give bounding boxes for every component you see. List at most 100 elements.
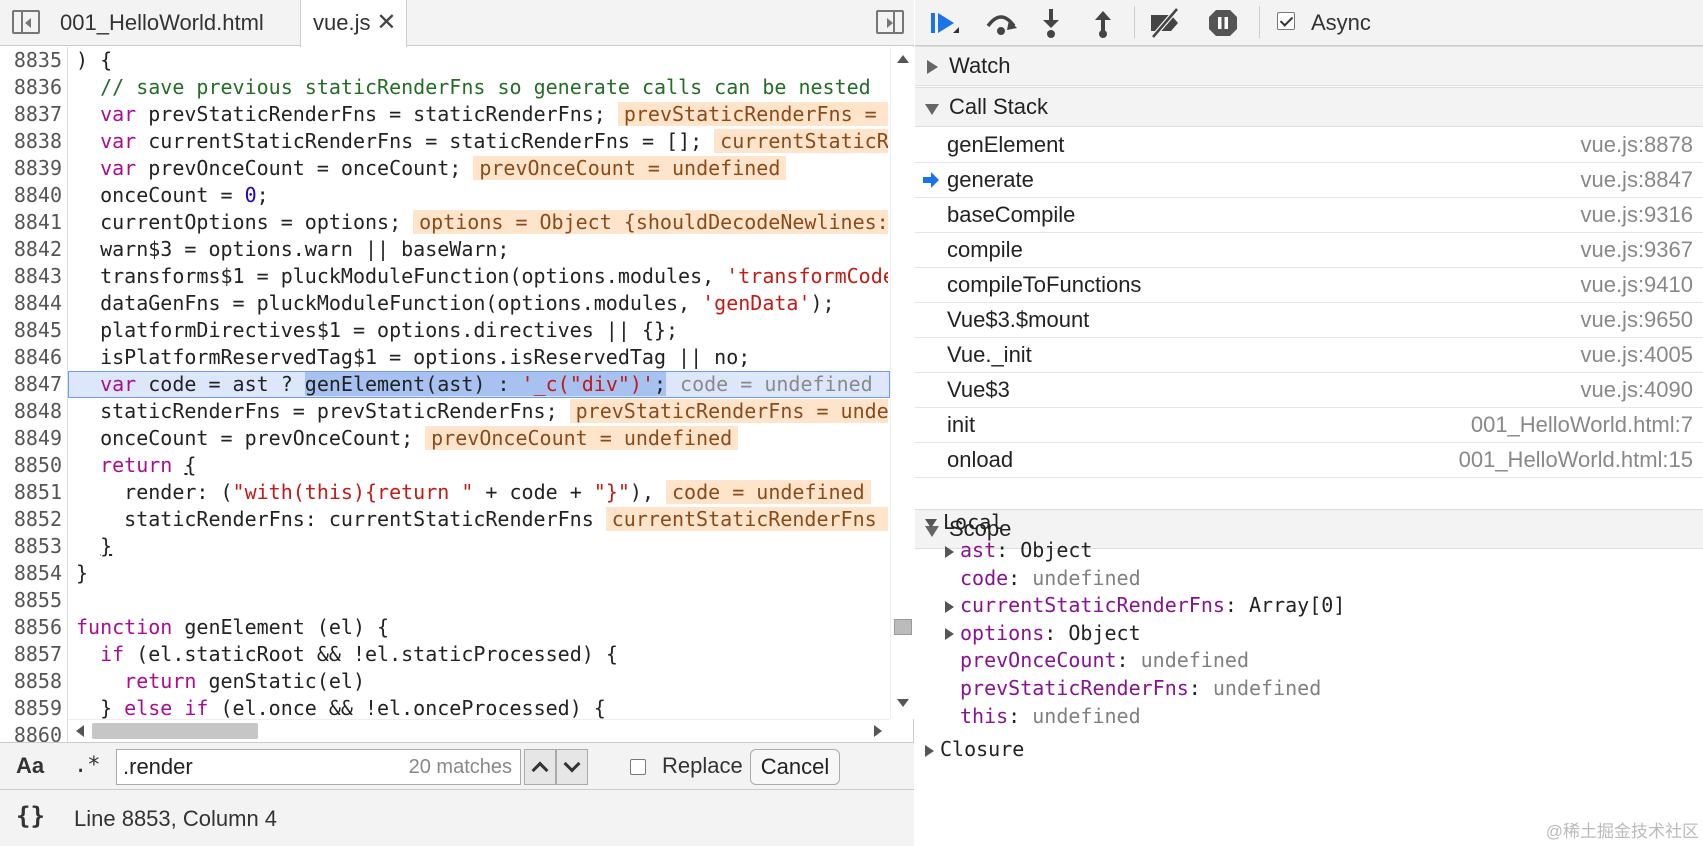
- previous-match-button[interactable]: [524, 749, 556, 785]
- replace-checkbox[interactable]: [630, 759, 646, 775]
- line-number[interactable]: 8847: [0, 371, 62, 398]
- code-line[interactable]: var currentStaticRenderFns = staticRende…: [76, 128, 888, 155]
- regex-toggle[interactable]: .*: [74, 753, 101, 778]
- code-line[interactable]: warn$3 = options.warn || baseWarn;: [76, 236, 509, 263]
- code-line[interactable]: currentOptions = options; options = Objec…: [76, 209, 888, 236]
- scroll-down-icon[interactable]: [897, 699, 909, 707]
- code-line[interactable]: return genStatic(el): [76, 668, 365, 695]
- code-line[interactable]: transforms$1 = pluckModuleFunction(optio…: [76, 263, 888, 290]
- code-line[interactable]: dataGenFns = pluckModuleFunction(options…: [76, 290, 835, 317]
- call-frame[interactable]: Vue$3 vue.js:4090: [915, 373, 1703, 408]
- frame-location[interactable]: 001_HelloWorld.html:15: [1459, 443, 1693, 477]
- search-input[interactable]: .render 20 matches: [116, 749, 521, 785]
- next-match-button[interactable]: [556, 749, 588, 785]
- call-frame[interactable]: Vue._init vue.js:4005: [915, 338, 1703, 373]
- code-area[interactable]: ) { // save previous staticRenderFns so …: [68, 47, 888, 719]
- tab-hello-world-html[interactable]: 001_HelloWorld.html: [48, 0, 276, 46]
- code-line[interactable]: if (el.staticRoot && !el.staticProcessed…: [76, 641, 618, 668]
- frame-location[interactable]: vue.js:4090: [1580, 373, 1693, 407]
- code-line[interactable]: var prevOnceCount = onceCount; prevOnceCo…: [76, 155, 787, 182]
- scope-variable[interactable]: prevStaticRenderFns: undefined: [960, 674, 1321, 702]
- line-number[interactable]: 8835: [0, 47, 62, 74]
- frame-location[interactable]: vue.js:9410: [1580, 268, 1693, 302]
- step-out-icon[interactable]: [1085, 6, 1121, 40]
- code-line[interactable]: // save previous staticRenderFns so gene…: [76, 74, 871, 101]
- line-number[interactable]: 8850: [0, 452, 62, 479]
- call-frame[interactable]: genElement vue.js:8878: [915, 128, 1703, 163]
- code-line[interactable]: platformDirectives$1 = options.directive…: [76, 317, 678, 344]
- frame-location[interactable]: vue.js:9367: [1580, 233, 1693, 267]
- code-line[interactable]: render: ("with(this){return " + code + "…: [76, 479, 871, 506]
- code-line[interactable]: staticRenderFns = prevStaticRenderFns; pr…: [76, 398, 888, 425]
- code-line[interactable]: ) {: [76, 47, 112, 74]
- line-number[interactable]: 8854: [0, 560, 62, 587]
- code-editor[interactable]: 8835 8836 8837 8838 8839 8840 8841 8842 8843 8844…: [0, 47, 914, 742]
- scroll-left-icon[interactable]: [76, 725, 84, 737]
- line-number[interactable]: 8845: [0, 317, 62, 344]
- line-number[interactable]: 8839: [0, 155, 62, 182]
- call-frame[interactable]: compile vue.js:9367: [915, 233, 1703, 268]
- code-line[interactable]: }: [76, 533, 112, 560]
- line-number[interactable]: 8852: [0, 506, 62, 533]
- scope-closure-node[interactable]: Closure: [925, 735, 1024, 763]
- line-number[interactable]: 8838: [0, 128, 62, 155]
- line-number[interactable]: 8841: [0, 209, 62, 236]
- line-number[interactable]: 8858: [0, 668, 62, 695]
- call-frame[interactable]: baseCompile vue.js:9316: [915, 198, 1703, 233]
- line-number[interactable]: 8837: [0, 101, 62, 128]
- scroll-right-icon[interactable]: [874, 725, 882, 737]
- line-number[interactable]: 8849: [0, 425, 62, 452]
- code-line[interactable]: isPlatformReservedTag$1 = options.isRese…: [76, 344, 750, 371]
- match-case-toggle[interactable]: Aa: [16, 753, 44, 779]
- line-number[interactable]: 8840: [0, 182, 62, 209]
- code-line[interactable]: }: [76, 560, 88, 587]
- code-line[interactable]: return {: [76, 452, 196, 479]
- scope-local-node[interactable]: Local: [925, 508, 1003, 536]
- scope-variable[interactable]: code: undefined: [960, 564, 1141, 592]
- code-line[interactable]: } else if (el.once && !el.onceProcessed)…: [76, 695, 606, 719]
- line-number[interactable]: 8856: [0, 614, 62, 641]
- scope-variable[interactable]: this: undefined: [960, 702, 1141, 730]
- step-over-icon[interactable]: [983, 6, 1019, 40]
- scroll-up-icon[interactable]: [897, 55, 909, 63]
- frame-location[interactable]: vue.js:8847: [1580, 163, 1693, 197]
- toggle-navigator-icon[interactable]: [12, 10, 40, 34]
- code-line[interactable]: onceCount = 0;: [76, 182, 269, 209]
- frame-location[interactable]: vue.js:4005: [1580, 338, 1693, 372]
- scope-variable[interactable]: options: Object: [945, 619, 1141, 647]
- scope-variable[interactable]: currentStaticRenderFns: Array[0]: [945, 591, 1345, 619]
- call-frame[interactable]: compileToFunctions vue.js:9410: [915, 268, 1703, 303]
- horizontal-scrollbar[interactable]: [68, 719, 890, 742]
- code-line[interactable]: staticRenderFns: currentStaticRenderFns c…: [76, 506, 888, 533]
- scope-variable[interactable]: ast: Object: [945, 536, 1092, 564]
- frame-location[interactable]: vue.js:8878: [1580, 128, 1693, 162]
- pause-on-exceptions-icon[interactable]: [1205, 6, 1241, 40]
- close-icon[interactable]: ✕: [376, 0, 396, 46]
- code-line[interactable]: function genElement (el) {: [76, 614, 389, 641]
- step-into-icon[interactable]: [1033, 6, 1069, 40]
- line-number[interactable]: 8855: [0, 587, 62, 614]
- vertical-scroll-thumb[interactable]: [894, 619, 912, 635]
- pretty-print-icon[interactable]: {}: [16, 802, 45, 830]
- line-number[interactable]: 8860: [0, 722, 62, 742]
- horizontal-scroll-thumb[interactable]: [92, 723, 258, 739]
- code-line[interactable]: onceCount = prevOnceCount; prevOnceCount …: [76, 425, 739, 452]
- scope-variable[interactable]: prevOnceCount: undefined: [960, 646, 1249, 674]
- line-number[interactable]: 8851: [0, 479, 62, 506]
- call-frame[interactable]: generate vue.js:8847: [915, 163, 1703, 198]
- watch-section-header[interactable]: Watch: [915, 46, 1703, 86]
- call-frame[interactable]: init 001_HelloWorld.html:7: [915, 408, 1703, 443]
- line-number[interactable]: 8836: [0, 74, 62, 101]
- cancel-button[interactable]: Cancel: [750, 749, 840, 785]
- vertical-scrollbar[interactable]: [890, 47, 914, 719]
- line-number[interactable]: 8848: [0, 398, 62, 425]
- deactivate-breakpoints-icon[interactable]: [1147, 6, 1183, 40]
- resume-icon[interactable]: [927, 6, 963, 40]
- call-frame[interactable]: onload 001_HelloWorld.html:15: [915, 443, 1703, 478]
- call-frame[interactable]: Vue$3.$mount vue.js:9650: [915, 303, 1703, 338]
- line-number[interactable]: 8843: [0, 263, 62, 290]
- line-number[interactable]: 8844: [0, 290, 62, 317]
- async-checkbox[interactable]: [1277, 12, 1295, 30]
- line-number[interactable]: 8857: [0, 641, 62, 668]
- line-number[interactable]: 8846: [0, 344, 62, 371]
